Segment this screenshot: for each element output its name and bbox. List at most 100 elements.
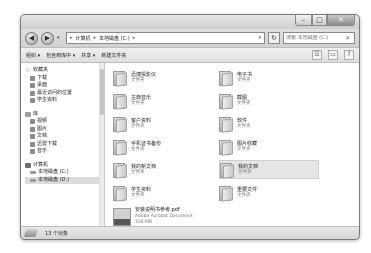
nav-libraries[interactable]: 库 <box>25 111 104 119</box>
nav-item-pictures[interactable]: 图片 <box>25 126 104 134</box>
breadcrumb-computer[interactable]: 计算机 <box>76 35 91 42</box>
nav-item-label: 视频 <box>37 118 48 124</box>
chevron-down-icon[interactable]: ▾ <box>258 35 261 41</box>
file-item-folder[interactable]: 我的文档 文件夹 <box>219 160 319 179</box>
file-item-folder[interactable]: 客户资料 文件夹 <box>113 114 213 133</box>
recent-pages-dropdown[interactable]: ▾ <box>57 35 63 41</box>
organize-menu[interactable]: 组织 ▾ <box>26 52 40 59</box>
address-bar[interactable]: ▸ 计算机 ▸ 本地磁盘 (C:) ▸ ▾ <box>66 32 265 44</box>
item-count: 13 个对象 <box>45 230 68 237</box>
nav-item-label: 迅雷下载 <box>37 140 58 147</box>
nav-item-music[interactable]: 音乐 <box>25 148 104 156</box>
refresh-button[interactable]: ↻ <box>268 32 280 44</box>
nav-item-label: 图片 <box>37 125 48 132</box>
folder-front <box>222 140 233 156</box>
file-type: 文件夹 <box>131 169 145 175</box>
file-item-folder[interactable]: 重要文件 文件夹 <box>219 183 319 202</box>
file-type: 文件夹 <box>237 192 251 198</box>
folder-front <box>116 117 127 133</box>
pdf-icon-band <box>114 219 130 225</box>
folder-front <box>222 94 233 110</box>
drive-icon <box>30 171 36 175</box>
file-type: 文件夹 <box>237 77 251 83</box>
file-type: 文件夹 <box>131 192 145 198</box>
nav-computer[interactable]: 计算机 <box>25 162 104 170</box>
close-button[interactable]: ✕ <box>327 15 355 26</box>
nav-item-downloads[interactable]: 下载 <box>25 75 104 83</box>
folder-icon <box>113 185 127 202</box>
file-item-folder[interactable]: 电子书 文件夹 <box>219 68 319 87</box>
library-icon <box>25 111 31 117</box>
file-text: 我的文档 文件夹 <box>238 164 258 176</box>
nav-item-local-disk-d[interactable]: 本地磁盘 (D:) <box>25 176 104 184</box>
desktop-icon <box>30 83 35 89</box>
folder-icon <box>113 70 127 87</box>
file-item-folder[interactable]: 图片收藏 文件夹 <box>219 137 319 156</box>
status-bar: 13 个对象 <box>21 226 359 239</box>
documents-icon <box>30 134 35 140</box>
file-item-folder[interactable]: 手机证书备份 文件夹 <box>113 137 213 156</box>
folder-icon <box>113 139 127 156</box>
nav-item-recent-places[interactable]: 最近访问的位置 <box>25 90 104 98</box>
nav-item-label: 文档 <box>37 133 48 139</box>
title-bar: – □ ✕ <box>21 15 359 29</box>
file-text: 迅捷投影仪 文件夹 <box>131 72 156 84</box>
preview-pane-icon[interactable]: ▭ <box>328 50 338 60</box>
file-item-folder[interactable]: 软件 文件夹 <box>219 114 319 133</box>
nav-item-student-materials[interactable]: 学生资料 <box>25 97 104 105</box>
search-input[interactable] <box>286 35 346 41</box>
file-item-folder[interactable]: 截图 文件夹 <box>219 91 319 110</box>
new-folder-button[interactable]: 新建文件夹 <box>101 52 126 59</box>
nav-item-label: 学生资料 <box>37 97 58 103</box>
view-options-icon[interactable]: ☷ <box>312 50 322 60</box>
file-item-pdf[interactable]: 安装说明书参考.pdf Adobe Acrobat Document 100 M… <box>113 206 355 228</box>
nav-item-local-disk-c[interactable]: 本地磁盘 (C:) <box>25 169 104 177</box>
nav-item-label: 桌面 <box>37 82 48 88</box>
pdf-file-icon <box>113 208 131 226</box>
file-item-folder[interactable]: 我的新文档 文件夹 <box>113 160 213 179</box>
navigation-pane: ☆ 收藏夹 下载 桌面 最近访问的位置 学生资料 库 视频 图片 文档 迅雷下载 … <box>21 63 105 226</box>
nav-item-label: 本地磁盘 (D:) <box>38 176 70 183</box>
maximize-button[interactable]: □ <box>312 15 327 26</box>
nav-item-label: 音乐 <box>37 148 48 154</box>
forward-button[interactable]: ▶ <box>41 31 54 45</box>
file-text: 截图 文件夹 <box>237 95 251 107</box>
share-menu[interactable]: 共享 ▾ <box>81 52 95 59</box>
folder-icon <box>220 162 234 179</box>
search-icon: ⌕ <box>346 33 350 42</box>
drive-icon <box>23 229 39 237</box>
file-item-folder[interactable]: 迅捷投影仪 文件夹 <box>113 68 213 87</box>
folder-front <box>116 186 127 202</box>
nav-item-documents[interactable]: 文档 <box>25 133 104 141</box>
file-item-folder[interactable]: 学生资料 文件夹 <box>113 183 213 202</box>
nav-item-label: 下载 <box>37 74 48 81</box>
nav-scrollbar[interactable] <box>99 63 104 226</box>
folder-icon <box>219 116 233 133</box>
chevron-right-icon: ▸ <box>132 35 136 41</box>
file-type: 文件夹 <box>131 100 145 106</box>
nav-group-favorites: ☆ 收藏夹 下载 桌面 最近访问的位置 学生资料 <box>25 67 104 105</box>
file-text: 客户资料 文件夹 <box>131 118 151 130</box>
file-text: 电子书 文件夹 <box>237 72 252 84</box>
folder-front <box>116 94 127 110</box>
folder-icon <box>30 98 35 104</box>
nav-scroll-thumb[interactable] <box>100 69 104 115</box>
minimize-button[interactable]: – <box>295 15 312 26</box>
file-item-folder[interactable]: 古典音乐 文件夹 <box>113 91 213 110</box>
breadcrumb-local-disk-c[interactable]: 本地磁盘 (C:) <box>99 35 130 42</box>
content-area: ☆ 收藏夹 下载 桌面 最近访问的位置 学生资料 库 视频 图片 文档 迅雷下载 … <box>21 63 359 226</box>
help-icon[interactable]: ? <box>344 50 354 60</box>
back-button[interactable]: ◀ <box>25 31 38 45</box>
nav-group-libraries: 库 视频 图片 文档 迅雷下载 音乐 <box>25 111 104 156</box>
nav-item-desktop[interactable]: 桌面 <box>25 82 104 90</box>
nav-favorites[interactable]: ☆ 收藏夹 <box>25 67 104 75</box>
nav-item-videos[interactable]: 视频 <box>25 118 104 126</box>
downloads-icon <box>30 75 35 81</box>
folder-front <box>223 163 234 179</box>
nav-item-xunlei-downloads[interactable]: 迅雷下载 <box>25 141 104 149</box>
folder-front <box>222 117 233 133</box>
include-in-library-menu[interactable]: 包含到库中 ▾ <box>46 52 75 59</box>
search-box[interactable]: ⌕ <box>283 32 355 44</box>
star-icon: ☆ <box>25 67 31 75</box>
nav-libraries-label: 库 <box>33 110 39 117</box>
